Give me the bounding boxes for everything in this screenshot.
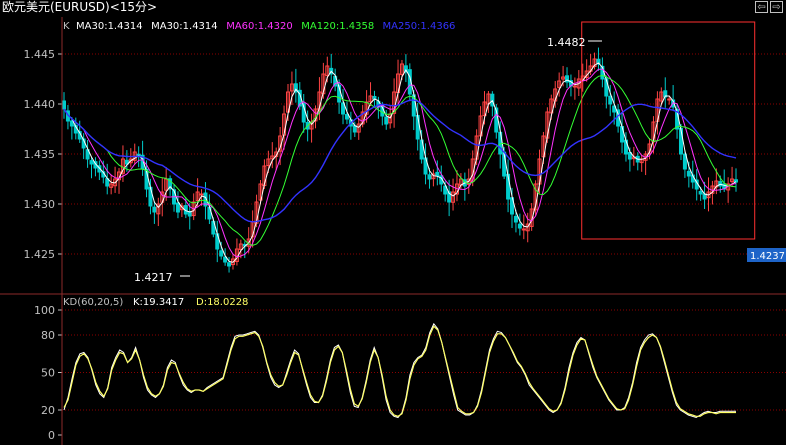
candle-body	[175, 202, 180, 213]
ma-legend: MA30:1.4314 MA30:1.4314 MA60:1.4320 MA120:1…	[76, 21, 455, 32]
kd-axis: 100 80 50 20 0	[34, 304, 62, 442]
price-tick-label: 1.425	[24, 248, 56, 261]
price-chart[interactable]: 1.445 1.440 1.435 1.430 1.425 100 80 50 20 0 K M…	[0, 0, 786, 445]
candle-body	[517, 223, 522, 229]
kd-k-value: K:19.3417	[133, 297, 184, 308]
ma-legend-item: MA30:1.4314	[76, 21, 143, 32]
ma60-line	[63, 68, 737, 258]
kd-lines	[63, 322, 736, 419]
ma-legend-item: MA30:1.4314	[151, 21, 218, 32]
candle-body	[62, 100, 66, 110]
price-grid	[62, 53, 786, 255]
ma-legend-item: MA250:1.4366	[383, 21, 456, 32]
candle-body	[199, 193, 204, 196]
low-price-label: 1.4217	[134, 271, 173, 284]
current-price-tag: 1.4237	[750, 251, 785, 262]
kd-tick-label: 100	[34, 304, 55, 317]
selection-box	[581, 21, 756, 240]
overlay	[0, 17, 786, 445]
price-tick-label: 1.430	[24, 198, 56, 211]
candle-body	[686, 170, 691, 177]
legend-k-label: K	[63, 21, 70, 32]
price-tick-label: 1.445	[24, 48, 56, 61]
price-tick-label: 1.435	[24, 148, 56, 161]
candle-body	[344, 114, 349, 120]
ma-legend-item: MA60:1.4320	[226, 21, 293, 32]
kd-d-line	[63, 325, 736, 417]
kd-tick-label: 80	[41, 329, 55, 342]
kd-grid	[62, 309, 786, 411]
candle-body	[152, 206, 157, 213]
candle-body	[521, 228, 526, 231]
candle-body	[427, 174, 432, 180]
candle-body	[698, 190, 703, 195]
kd-indicator-label: KD(60,20,5)	[63, 297, 123, 308]
candle-body	[384, 116, 389, 125]
kd-tick-label: 0	[48, 429, 55, 442]
kd-tick-label: 20	[41, 404, 55, 417]
candle-body	[435, 171, 440, 177]
candle-body	[734, 179, 738, 183]
chart-window: 欧元美元(EURUSD)<15分> ⇦ ⇨ 1.445 1.440 1.435 1.4…	[0, 0, 786, 445]
high-price-label: 1.4482	[547, 36, 586, 49]
candle-body	[572, 85, 577, 88]
candle-body	[608, 95, 613, 105]
price-tick-label: 1.440	[24, 98, 56, 111]
kd-d-value: D:18.0228	[196, 297, 248, 308]
price-axis: 1.445 1.440 1.435 1.430 1.425	[24, 48, 62, 261]
candle-body	[513, 215, 518, 223]
kd-tick-label: 50	[41, 367, 55, 380]
ma-legend-item: MA120:1.4358	[301, 21, 374, 32]
candle-body	[667, 98, 672, 101]
candle-body	[89, 160, 94, 165]
candle-body	[219, 250, 224, 257]
candle-body	[227, 262, 232, 267]
